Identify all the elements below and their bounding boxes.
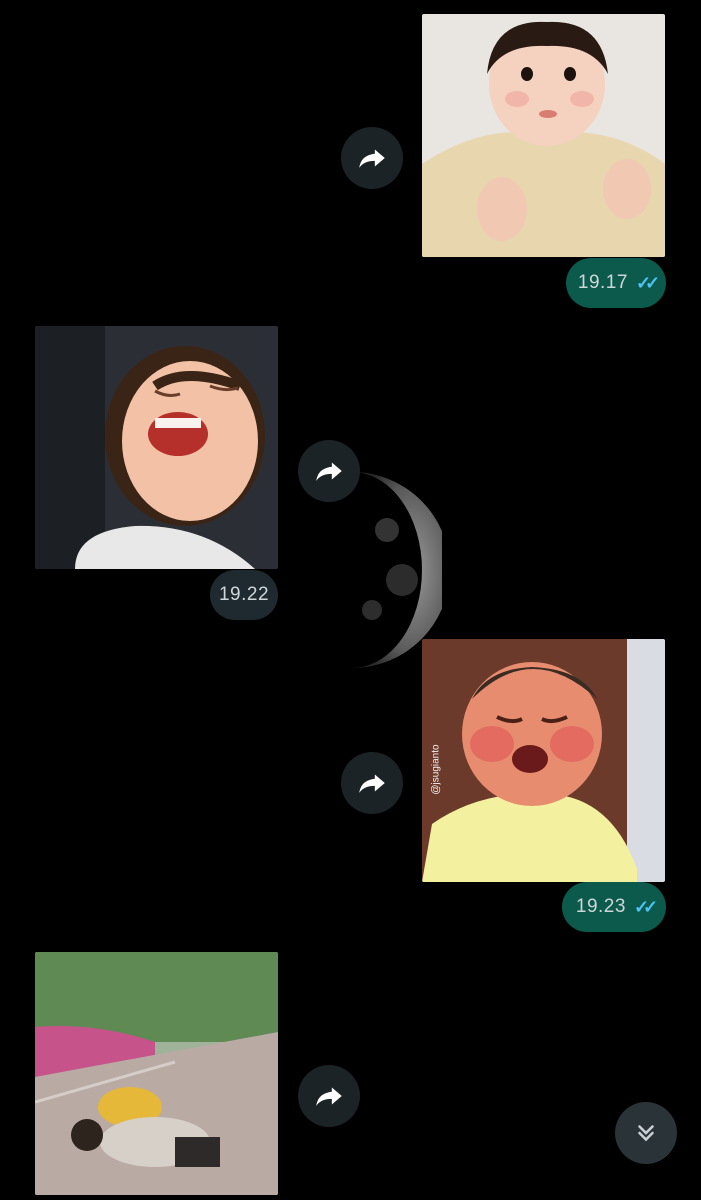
forward-icon bbox=[359, 774, 385, 793]
message-timestamp: 19.23 ✓✓ bbox=[562, 882, 666, 932]
forward-icon bbox=[316, 462, 342, 481]
message-image-3[interactable]: @jsugianto bbox=[422, 639, 665, 882]
scroll-to-bottom-button[interactable] bbox=[615, 1102, 677, 1164]
moon-background bbox=[352, 472, 442, 668]
forward-icon bbox=[316, 1087, 342, 1106]
message-timestamp: 19.17 ✓✓ bbox=[566, 258, 666, 308]
double-check-icon: ✓✓ bbox=[635, 272, 660, 293]
toddler-thumbs-up-image bbox=[422, 14, 665, 257]
image-watermark: @jsugianto bbox=[430, 743, 442, 795]
forward-button[interactable] bbox=[341, 752, 403, 814]
message-timestamp: 19.22 bbox=[210, 570, 278, 620]
crying-boy-image bbox=[422, 639, 665, 882]
double-check-icon: ✓✓ bbox=[633, 896, 658, 917]
message-image-1[interactable] bbox=[422, 14, 665, 257]
time-label: 19.17 bbox=[577, 272, 628, 293]
forward-icon bbox=[359, 149, 385, 168]
laughing-child-image bbox=[35, 326, 278, 569]
message-image-4[interactable] bbox=[35, 952, 278, 1195]
time-label: 19.22 bbox=[218, 584, 270, 605]
double-chevron-down-icon bbox=[638, 1125, 654, 1142]
message-image-2[interactable] bbox=[35, 326, 278, 569]
crawling-child-image bbox=[35, 952, 278, 1195]
forward-button[interactable] bbox=[298, 440, 360, 502]
forward-button[interactable] bbox=[298, 1065, 360, 1127]
time-label: 19.23 bbox=[575, 896, 626, 917]
forward-button[interactable] bbox=[341, 127, 403, 189]
